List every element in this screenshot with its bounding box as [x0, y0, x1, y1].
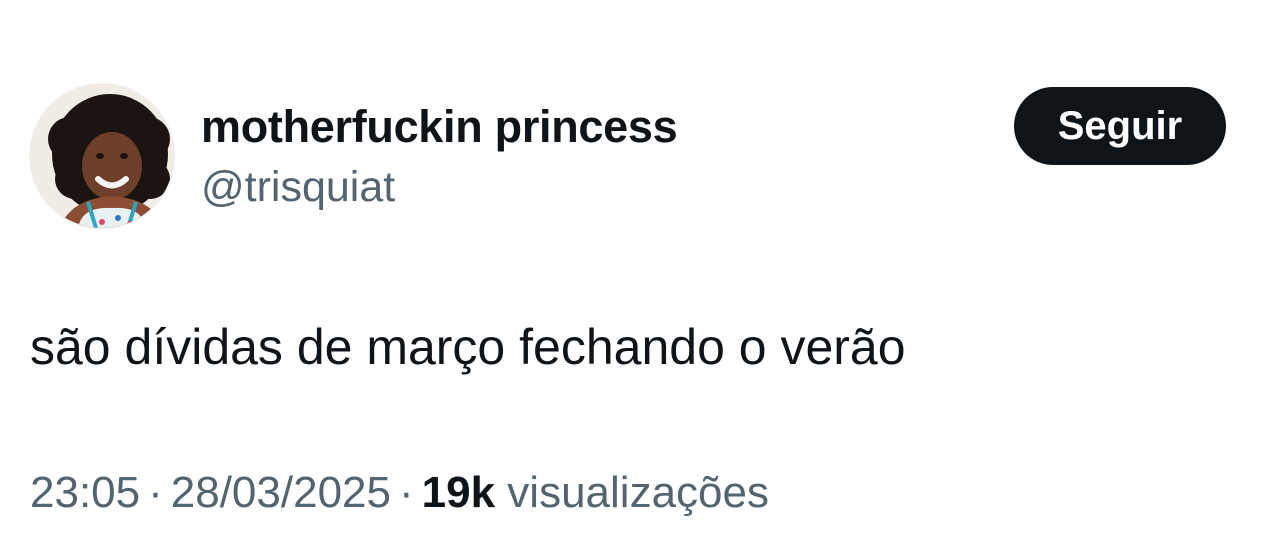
tweet-date[interactable]: 28/03/2025 — [171, 468, 391, 517]
avatar[interactable] — [30, 84, 174, 228]
user-handle[interactable]: @trisquiat — [201, 163, 395, 212]
tweet-card: motherfuckin princess @trisquiat Seguir … — [0, 0, 1280, 543]
follow-button[interactable]: Seguir — [1014, 87, 1226, 165]
display-name[interactable]: motherfuckin princess — [201, 101, 678, 153]
meta-separator: · — [398, 468, 414, 517]
profile-photo-icon — [30, 84, 174, 228]
views-label: visualizações — [507, 468, 769, 517]
tweet-text: são dívidas de março fechando o verão — [30, 319, 906, 375]
tweet-time[interactable]: 23:05 — [30, 468, 140, 517]
views-count: 19k — [421, 468, 496, 517]
tweet-meta: 23:05 · 28/03/2025 · 19k visualizações — [30, 468, 769, 518]
meta-separator: · — [148, 468, 163, 517]
